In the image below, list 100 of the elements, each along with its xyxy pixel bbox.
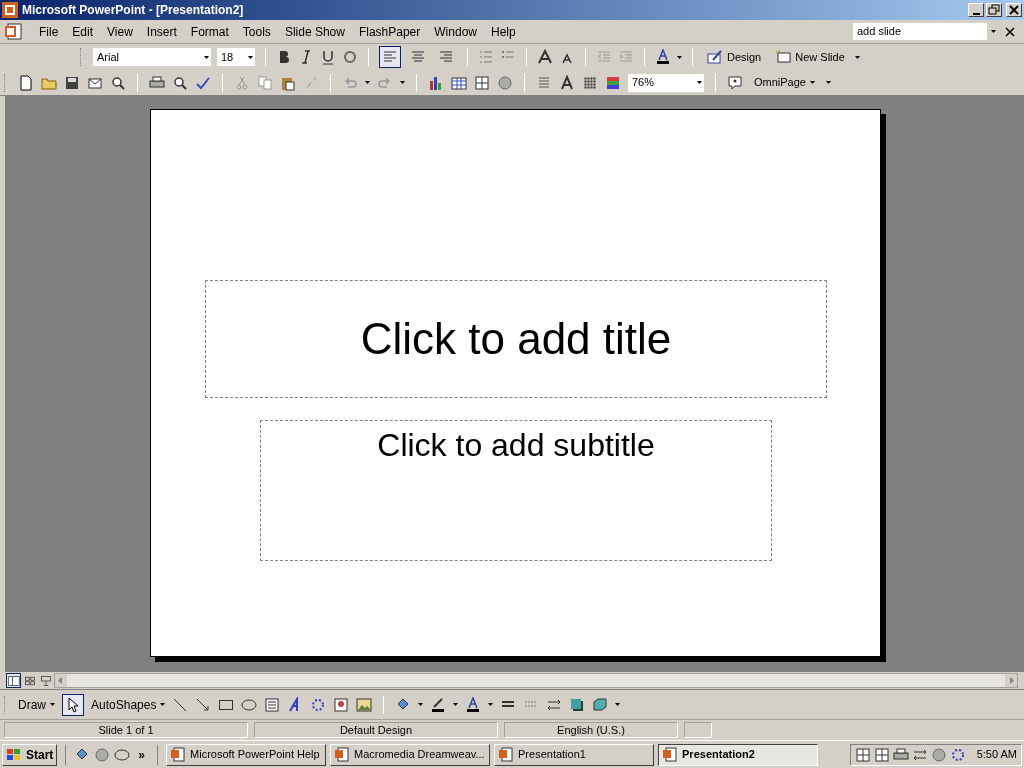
subtitle-placeholder-text: Click to add subtitle [377,426,655,465]
document-icon [662,746,679,763]
close-button[interactable] [1006,3,1022,17]
text-box-icon[interactable] [264,696,281,713]
toolbar-options-icon[interactable] [854,55,860,59]
view-button[interactable] [6,673,21,688]
underline-icon[interactable] [320,49,336,65]
printer-icon[interactable] [149,74,165,91]
subtitle-placeholder[interactable]: Click to add subtitle [260,420,772,561]
search-icon[interactable] [110,74,126,91]
line-color-icon[interactable] [430,696,447,713]
windows-logo-icon [6,747,22,762]
chevron[interactable]: » [134,745,150,764]
new-slide-icon [775,49,792,65]
document-icon[interactable] [4,22,24,41]
caret-icon[interactable] [677,55,682,59]
title-placeholder-text: Click to add title [360,313,672,365]
menu-item[interactable]: Slide Show [277,22,352,41]
document-icon [334,746,351,763]
font-color-icon[interactable] [465,696,482,713]
caret-icon[interactable] [696,81,702,84]
document-icon [498,746,515,763]
menu-item[interactable]: File [32,22,66,41]
increase-font-icon[interactable] [537,49,553,65]
chart-icon[interactable] [428,74,444,91]
caret-icon[interactable] [50,703,55,706]
caret-icon[interactable] [488,703,494,706]
color-stripes-icon[interactable] [605,74,621,91]
clock: 5:50 AM [976,747,1017,763]
restore-button[interactable] [986,3,1002,17]
close-icon[interactable] [1005,26,1015,37]
status-pane [684,722,712,738]
dotted-ring-icon[interactable] [310,696,327,713]
pointer-icon [65,696,81,713]
ellipse-icon[interactable] [241,696,258,713]
print-preview-icon[interactable] [172,74,188,91]
taskbar-button[interactable]: Macromedia Dreamweav... [330,743,491,766]
align-button[interactable] [379,46,401,68]
normal-view-icon [7,674,20,687]
zoom-field[interactable]: 76% [628,73,704,92]
font-name-field[interactable]: Arial [93,48,211,66]
line-icon[interactable] [172,696,189,713]
menu-item[interactable]: View [100,22,140,41]
caret-icon[interactable] [247,55,253,59]
window-title: Microsoft PowerPoint - [Presentation2] [22,2,244,19]
menu-item[interactable]: Format [183,22,236,41]
pen-icon [707,49,723,65]
grid-icon[interactable] [474,74,490,91]
minimize-button[interactable] [968,3,984,17]
status-pane: English (U.S.) [504,722,678,738]
caret-icon[interactable] [400,81,405,84]
clip-art-icon[interactable] [333,696,350,713]
toolbar-options-icon[interactable] [615,703,621,706]
omnipage-button[interactable]: OmniPage [750,72,819,93]
menu-item[interactable]: FlashPaper [351,22,428,41]
align-right-icon [438,49,454,65]
scroll-right-icon[interactable] [1005,674,1017,687]
start-button[interactable]: Start [2,743,58,766]
menu-item[interactable]: Help [484,22,523,41]
table-icon[interactable] [451,74,467,91]
menu-item[interactable]: Tools [235,22,278,41]
slide-show-icon [39,674,52,687]
caret-icon[interactable] [160,703,166,706]
menu-item[interactable]: Insert [139,22,184,41]
caret-icon[interactable] [990,30,996,33]
help-search-field[interactable]: add slide [852,22,1000,41]
align-center-icon [410,49,426,65]
caret-icon[interactable] [810,81,815,84]
cube-icon[interactable] [592,696,609,713]
draw-menu-button[interactable]: Draw [18,695,55,714]
image-icon[interactable] [356,696,373,713]
help-bubble-icon[interactable] [727,74,743,91]
taskbar-button[interactable]: Presentation2 [658,743,819,766]
caret-icon[interactable] [418,703,424,706]
new-page-icon[interactable] [18,74,34,91]
autoshapes-menu-button[interactable]: AutoShapes [91,695,166,714]
select-tool-button[interactable] [62,693,84,716]
design-button[interactable]: Design [703,46,766,68]
restore-icon [987,3,1001,17]
shadow-icon[interactable] [569,696,586,713]
title-placeholder[interactable]: Click to add title [205,280,827,398]
caret-icon[interactable] [203,55,209,59]
status-pane: Default Design [254,722,498,738]
toolbar-options-icon[interactable] [826,81,831,84]
status-pane: Slide 1 of 1 [4,722,248,738]
scroll-left-icon[interactable] [55,674,67,687]
arrow-icon[interactable] [195,696,212,713]
new-slide-button[interactable]: New Slide [771,46,849,68]
menu-item[interactable]: Window [427,22,484,41]
letter-icon[interactable] [559,74,575,91]
font-color-icon[interactable] [655,49,671,65]
taskbar-button[interactable]: Microsoft PowerPoint Help [166,743,327,766]
font-size-field[interactable]: 18 [217,48,255,66]
horizontal-scrollbar[interactable] [54,673,1018,688]
menu-item[interactable]: Edit [65,22,101,41]
caret-icon[interactable] [365,81,370,84]
slide-sorter-icon [23,674,36,687]
align-left-icon [382,49,398,65]
caret-icon[interactable] [453,703,459,706]
taskbar-button[interactable]: Presentation1 [494,743,655,766]
